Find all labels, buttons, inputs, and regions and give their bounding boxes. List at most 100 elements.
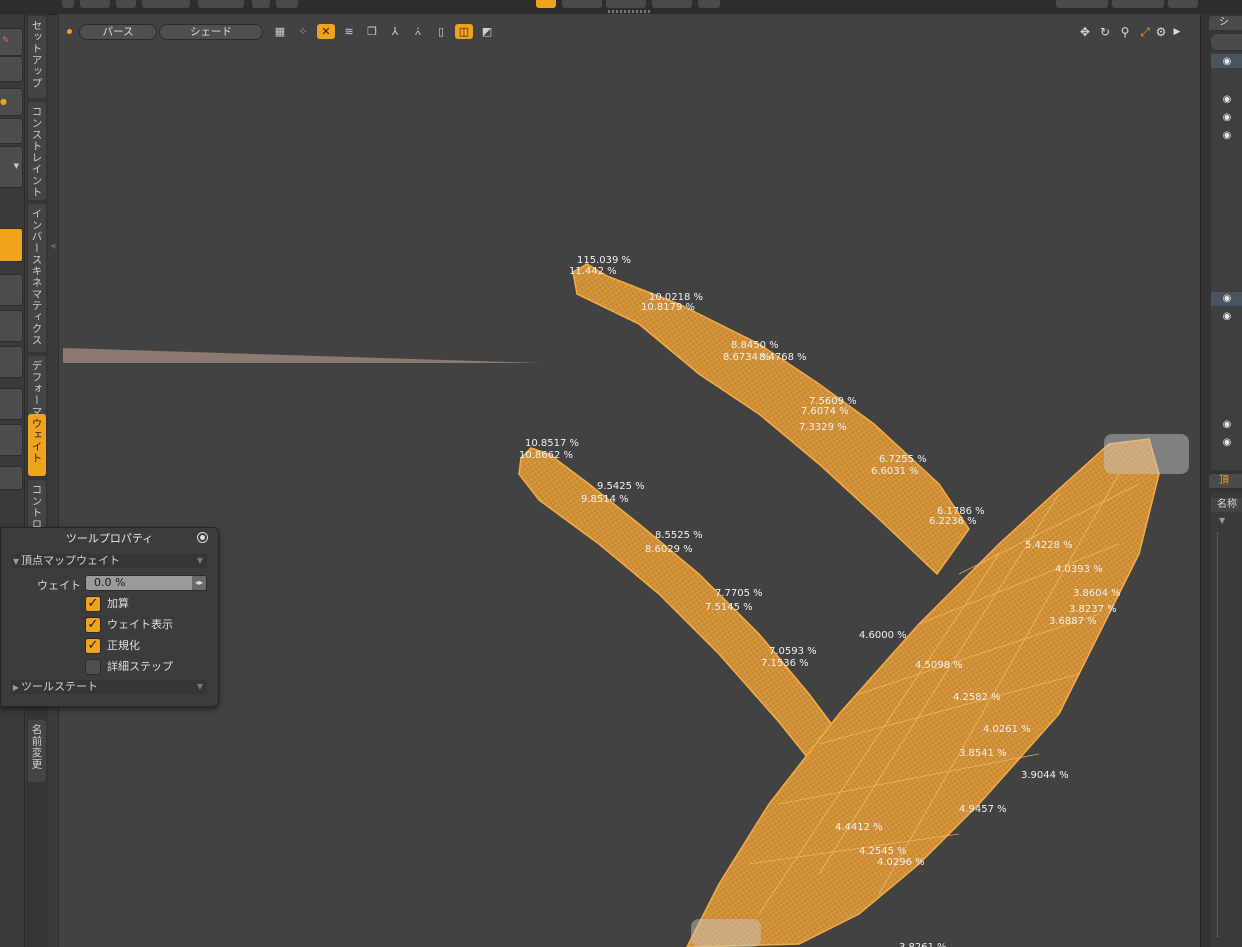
right-tab-bottom[interactable]: 頂: [1209, 474, 1242, 488]
shelf-button[interactable]: [0, 466, 23, 490]
weight-label: 7.1536 %: [761, 658, 809, 669]
scene-canvas: 115.039 %11.442 %10.0218 %10.8179 %8.845…: [63, 255, 1189, 947]
eye-icon[interactable]: ◉: [1221, 56, 1233, 68]
eye-icon[interactable]: ◉: [1221, 130, 1233, 142]
tab-label: ウェイト: [30, 418, 43, 464]
section-vertex-map-weight[interactable]: ▼ 頂点マップウェイト ▼: [11, 554, 207, 568]
toolbar-button-active[interactable]: [536, 0, 556, 8]
eye-icon[interactable]: ◉: [1221, 112, 1233, 124]
eye-icon[interactable]: ◉: [1221, 293, 1233, 305]
weight-label: 4.0393 %: [1055, 564, 1103, 575]
weight-label: 4.0261 %: [983, 724, 1031, 735]
weight-label: 4.2582 %: [953, 692, 1001, 703]
tab-label: 名前変更: [30, 724, 43, 770]
weight-label: 115.039 %: [577, 255, 631, 266]
item-list[interactable]: ◉ ◉ ◉ ◉ ◉ ◉ ◉ ◉: [1211, 52, 1242, 470]
collapse-arrow-icon[interactable]: ◀: [50, 242, 55, 250]
weight-label: 3.8237 %: [1069, 604, 1117, 615]
shelf-button[interactable]: ✎: [0, 28, 23, 56]
weight-display-checkbox[interactable]: ✓: [85, 617, 101, 633]
shelf-dropdown[interactable]: ▼: [0, 146, 23, 188]
left-tool-shelf: ✎ ● ▼: [0, 14, 25, 947]
toolbar-button[interactable]: [1112, 0, 1164, 8]
weight-label: 3.9044 %: [1021, 770, 1069, 781]
left-vertical-tabs: セットアップ コンストレイント インバースキネマティクス デフォーマ ウェイト …: [26, 14, 55, 947]
expand-triangle-icon: ▶: [12, 683, 20, 692]
eye-icon[interactable]: ◉: [1221, 311, 1233, 323]
eye-icon[interactable]: ◉: [1221, 419, 1233, 431]
weight-label: 3.8541 %: [959, 748, 1007, 759]
tab-label: デフォーマ: [30, 360, 43, 418]
weight-label: 7.7705 %: [715, 588, 763, 599]
shelf-button[interactable]: [0, 274, 23, 306]
shelf-button[interactable]: [0, 118, 23, 144]
tab-setup[interactable]: セットアップ: [28, 16, 46, 98]
spin-handle-icon[interactable]: ◂▸: [192, 576, 206, 590]
normalize-label: 正規化: [107, 639, 140, 652]
toolbar-button[interactable]: [1056, 0, 1108, 8]
detail-step-checkbox[interactable]: [85, 659, 101, 675]
toolbar-button[interactable]: [606, 0, 646, 8]
weight-label: 10.8517 %: [525, 438, 579, 449]
toolbar-button[interactable]: [562, 0, 602, 8]
toolbar-button[interactable]: [62, 0, 74, 8]
tool-properties-panel: ツールプロパティ ▼ 頂点マップウェイト ▼ ウェイト 0.0 % ◂▸ ✓ 加算…: [0, 527, 219, 707]
weight-label: 3.6887 %: [1049, 616, 1097, 627]
background-plane-object: [63, 348, 541, 363]
weight-label: 7.6074 %: [801, 406, 849, 417]
tab-inverse-kinematics[interactable]: インバースキネマティクス: [28, 204, 46, 352]
vertex-map-list[interactable]: 名称 ▼: [1211, 492, 1242, 947]
eye-icon[interactable]: ◉: [1221, 94, 1233, 106]
section-label: 頂点マップウェイト: [21, 554, 120, 567]
weight-label: 6.7255 %: [879, 454, 927, 465]
eye-icon[interactable]: ◉: [1221, 437, 1233, 449]
weight-label: 9.8514 %: [581, 494, 629, 505]
weight-value: 0.0 %: [94, 576, 126, 589]
right-panel: シ ◉ ◉ ◉ ◉ ◉ ◉ ◉ ◉ 頂 名称 ▼: [1200, 14, 1242, 947]
section-label: ツールステート: [21, 680, 98, 693]
shelf-button[interactable]: [0, 310, 23, 342]
shelf-button-active[interactable]: [0, 228, 23, 262]
toolbar-button[interactable]: [252, 0, 270, 8]
weight-input[interactable]: 0.0 % ◂▸: [85, 575, 207, 591]
toolbar-button[interactable]: [276, 0, 298, 8]
3d-viewport[interactable]: パース シェード ▦ ⁘ ✕ ≋ ❐ ⅄ ⩑ ▯ ◫ ◩ ✥ ↻ ⚲ ⤢ ⚙ ▶: [58, 14, 1201, 947]
toolbar-button[interactable]: [652, 0, 692, 8]
close-icon[interactable]: [197, 532, 208, 543]
shelf-button[interactable]: [0, 346, 23, 378]
right-tab-bottom-label: 頂: [1219, 475, 1229, 486]
tab-control[interactable]: コントロ: [28, 480, 46, 532]
toolbar-button[interactable]: [142, 0, 190, 8]
shelf-button[interactable]: [0, 388, 23, 420]
toolbar-button[interactable]: [116, 0, 136, 8]
weight-display-label: ウェイト表示: [107, 618, 173, 631]
weight-label: 6.2236 %: [929, 516, 977, 527]
right-tab-label: シ: [1219, 17, 1229, 28]
right-tab-top[interactable]: シ: [1209, 16, 1242, 30]
weight-label: ウェイト: [37, 579, 81, 592]
expand-arrow-icon[interactable]: ▼: [1219, 516, 1225, 525]
right-search-field[interactable]: [1211, 34, 1242, 50]
drag-handle[interactable]: [608, 10, 652, 13]
toolbar-button[interactable]: [698, 0, 720, 8]
weight-label: 3.8604 %: [1073, 588, 1121, 599]
tab-weight[interactable]: ウェイト: [28, 414, 46, 476]
weight-label: 4.9457 %: [959, 804, 1007, 815]
add-checkbox[interactable]: ✓: [85, 596, 101, 612]
tab-deformer[interactable]: デフォーマ: [28, 356, 46, 418]
toolbar-button[interactable]: [80, 0, 110, 8]
weight-label: 6.6031 %: [871, 466, 919, 477]
tab-label: コンストレイント: [30, 106, 43, 198]
column-header[interactable]: 名称: [1211, 498, 1242, 512]
tab-constraint[interactable]: コンストレイント: [28, 102, 46, 200]
toolbar-button[interactable]: [198, 0, 244, 8]
normalize-checkbox[interactable]: ✓: [85, 638, 101, 654]
shelf-button[interactable]: [0, 424, 23, 456]
tab-label: セットアップ: [30, 20, 43, 89]
shelf-button[interactable]: ●: [0, 88, 23, 116]
toolbar-button[interactable]: [1168, 0, 1198, 8]
shelf-button[interactable]: [0, 56, 23, 82]
weight-label: 7.5145 %: [705, 602, 753, 613]
tab-rename[interactable]: 名前変更: [28, 720, 46, 782]
section-tool-state[interactable]: ▶ ツールステート ▼: [11, 680, 207, 694]
